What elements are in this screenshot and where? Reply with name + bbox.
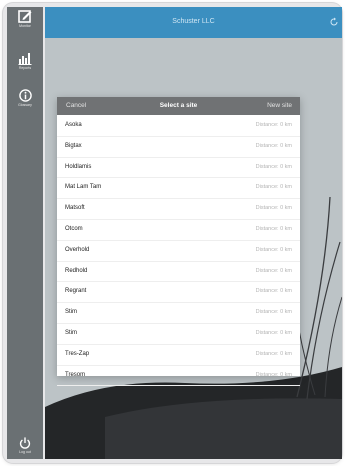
site-row[interactable]: Tres-Zap Distance: 0 km [57,345,300,366]
site-row[interactable]: Bigtax Distance: 0 km [57,137,300,158]
power-icon [19,437,31,449]
site-distance: Distance: 0 km [255,142,292,149]
new-site-button[interactable]: New site [267,102,292,109]
site-distance: Distance: 0 km [255,122,292,128]
refresh-icon[interactable] [329,17,339,27]
site-distance: Distance: 0 km [255,267,292,274]
sidebar-item-reports[interactable]: Reports [7,51,43,70]
site-row[interactable]: Asoka Distance: 0 km [57,116,300,137]
site-name: Redhold [65,267,88,274]
sidebar-item-label: Glossary [18,103,32,107]
top-bar: Schuster LLC [45,7,342,38]
site-name: Stim [65,329,77,336]
site-name: Stim [65,309,77,316]
site-distance: Distance: 0 km [255,163,292,170]
site-row[interactable]: Otcom Distance: 0 km [57,220,300,241]
site-distance: Distance: 0 km [255,246,292,253]
site-row[interactable]: Regrant Distance: 0 km [57,282,300,304]
site-row[interactable]: Holdlamis Distance: 0 km [57,158,300,179]
site-name: Tres-Zap [65,350,90,357]
info-icon [18,89,32,102]
logout-label: Log out [19,450,31,454]
site-row[interactable]: Tresom Distance: 0 km [57,366,300,387]
site-row[interactable]: Overhold Distance: 0 km [57,241,300,262]
site-row[interactable]: Redhold Distance: 0 km [57,262,300,283]
bar-chart-icon [18,53,32,65]
sidebar-item-monitor[interactable]: Monitor [7,9,43,28]
site-row[interactable]: Mat Lam Tam Distance: 0 km [57,178,300,200]
site-distance: Distance: 0 km [255,225,292,232]
site-row[interactable]: Stim Distance: 0 km [57,324,300,345]
site-distance: Distance: 0 km [255,329,292,336]
site-name: Asoka [65,122,82,128]
modal-header: Cancel Select a site New site [57,97,300,115]
page-title: Schuster LLC [172,18,215,25]
edit-icon [18,10,32,23]
site-name: Regrant [65,288,87,295]
sidebar: Monitor Reports Glossary Log out [7,7,43,459]
site-name: Bigtax [65,142,82,149]
site-name: Overhold [65,246,90,253]
sidebar-item-label: Reports [18,66,32,70]
site-distance: Distance: 0 km [255,350,292,357]
sidebar-item-glossary[interactable]: Glossary [7,89,43,107]
modal-title: Select a site [159,102,198,109]
site-row[interactable]: Stim Distance: 0 km [57,303,300,324]
logout-button[interactable]: Log out [7,437,43,454]
site-row[interactable]: Matsoft Distance: 0 km [57,199,300,220]
site-distance: Distance: 0 km [255,309,292,316]
site-name: Tresom [65,371,86,378]
sidebar-item-label: Monitor [19,24,31,28]
site-distance: Distance: 0 km [255,288,292,295]
site-name: Holdlamis [65,163,92,170]
site-name: Matsoft [65,205,85,212]
site-name: Mat Lam Tam [65,184,102,191]
site-list: Asoka Distance: 0 km Bigtax Distance: 0 km… [57,116,300,387]
site-name: Otcom [65,225,83,232]
site-distance: Distance: 0 km [255,184,292,191]
select-site-modal: Cancel Select a site New site Asoka Dista… [57,97,300,387]
site-distance: Distance: 0 km [255,205,292,212]
site-distance: Distance: 0 km [255,371,292,378]
